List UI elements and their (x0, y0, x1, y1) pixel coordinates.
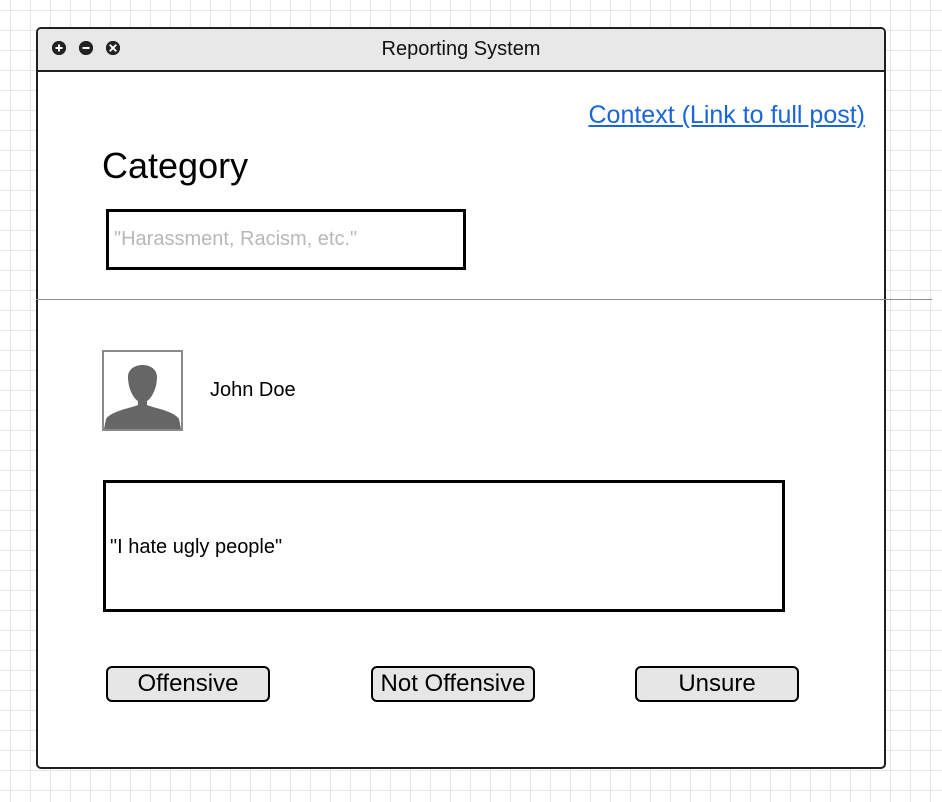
person-silhouette-icon (104, 365, 181, 429)
category-input[interactable] (106, 209, 466, 270)
window-title: Reporting System (381, 38, 541, 60)
section-divider (36, 299, 932, 300)
post-author: John Doe (210, 379, 296, 401)
category-heading: Category (102, 145, 249, 186)
offensive-button[interactable]: Offensive (106, 666, 270, 702)
context-link[interactable]: Context (Link to full post) (588, 101, 865, 130)
post-content-box: "I hate ugly people" (103, 480, 785, 612)
title-bar: Reporting System (38, 29, 884, 72)
not-offensive-button[interactable]: Not Offensive (371, 666, 535, 702)
reporting-window: Reporting System Context (Link to full p… (36, 27, 886, 769)
avatar (102, 350, 183, 431)
unsure-button[interactable]: Unsure (635, 666, 799, 702)
post-text: "I hate ugly people" (110, 536, 283, 558)
